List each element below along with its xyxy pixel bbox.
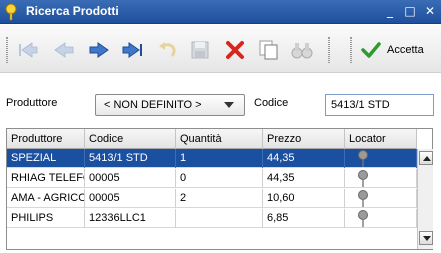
- column-header-produttore[interactable]: Produttore: [7, 129, 85, 149]
- undo-button[interactable]: [156, 38, 180, 62]
- cell-codice: 5413/1 STD: [85, 149, 176, 168]
- table-row[interactable]: AMA - AGRICOLA 00005 2 10,60: [7, 189, 417, 208]
- table-header: Produttore Codice Quantità Prezzo Locato…: [7, 129, 417, 149]
- chevron-down-icon: [224, 102, 234, 108]
- delete-x-icon: [226, 41, 244, 59]
- column-header-prezzo[interactable]: Prezzo: [263, 129, 345, 149]
- locator-pin-icon[interactable]: [357, 190, 369, 208]
- left-arrow-icon: [54, 42, 74, 58]
- locator-pin-icon[interactable]: [357, 210, 369, 228]
- vertical-scrollbar[interactable]: [417, 149, 433, 249]
- cell-codice: 00005: [85, 189, 176, 208]
- code-input[interactable]: 5413/1 STD: [325, 94, 434, 116]
- scroll-down-button[interactable]: [419, 231, 433, 245]
- toolbar-grip[interactable]: [6, 37, 8, 63]
- delete-button[interactable]: [223, 38, 247, 62]
- producer-dropdown-value: < NON DEFINITO >: [104, 99, 202, 111]
- cell-quantita: [176, 209, 263, 228]
- column-header-locator[interactable]: Locator: [345, 129, 417, 149]
- cell-codice: 12336LLC1: [85, 209, 176, 228]
- cell-prezzo: 44,35: [263, 169, 345, 188]
- cell-codice: 00005: [85, 169, 176, 188]
- window-title: Ricerca Prodotti: [26, 4, 119, 18]
- title-bar: Ricerca Prodotti _ □ ✕: [0, 0, 441, 24]
- cell-produttore: AMA - AGRICOLA: [7, 189, 85, 208]
- first-record-button[interactable]: [16, 38, 40, 62]
- locator-pin-icon[interactable]: [357, 170, 369, 188]
- last-record-button[interactable]: [121, 38, 145, 62]
- code-label: Codice: [254, 97, 289, 109]
- table-row[interactable]: RHIAG TELEFONO 00005 0 44,35: [7, 169, 417, 188]
- cell-quantita: 0: [176, 169, 263, 188]
- next-record-button[interactable]: [87, 38, 111, 62]
- pin-icon: [5, 3, 17, 21]
- undo-icon: [159, 42, 176, 57]
- maximize-button[interactable]: □: [402, 3, 418, 20]
- right-arrow-icon: [89, 42, 109, 58]
- table-row[interactable]: SPEZIAL 5413/1 STD 1 44,35: [7, 149, 417, 168]
- toolbar-separator: [328, 37, 330, 63]
- results-table: Produttore Codice Quantità Prezzo Locato…: [6, 128, 433, 250]
- cell-locator[interactable]: [345, 149, 417, 168]
- accetta-button[interactable]: Accetta: [361, 39, 424, 61]
- cell-quantita: 2: [176, 189, 263, 208]
- locator-pin-icon[interactable]: [357, 150, 369, 168]
- toolbar-grip-right[interactable]: [350, 37, 352, 63]
- scroll-up-button[interactable]: [419, 151, 433, 165]
- cell-produttore: RHIAG TELEFONO: [7, 169, 85, 188]
- minimize-button[interactable]: _: [382, 3, 398, 20]
- binoculars-icon: [291, 43, 313, 59]
- column-header-codice[interactable]: Codice: [85, 129, 176, 149]
- cell-locator[interactable]: [345, 209, 417, 228]
- column-header-quantita[interactable]: Quantità: [176, 129, 263, 149]
- last-arrow-icon: [122, 42, 142, 58]
- cell-produttore: SPEZIAL: [7, 149, 85, 168]
- table-row[interactable]: PHILIPS 12336LLC1 6,85: [7, 209, 417, 228]
- search-button[interactable]: [290, 38, 314, 62]
- close-button[interactable]: ✕: [422, 3, 438, 20]
- first-arrow-icon: [19, 42, 38, 58]
- accetta-label: Accetta: [387, 44, 424, 56]
- cell-prezzo: 6,85: [263, 209, 345, 228]
- previous-record-button[interactable]: [52, 38, 76, 62]
- copy-button[interactable]: [257, 38, 281, 62]
- toolbar: Accetta: [0, 25, 441, 73]
- cell-prezzo: 10,60: [263, 189, 345, 208]
- cell-quantita: 1: [176, 149, 263, 168]
- save-button[interactable]: [188, 38, 212, 62]
- cell-prezzo: 44,35: [263, 149, 345, 168]
- producer-dropdown[interactable]: < NON DEFINITO >: [95, 94, 245, 116]
- producer-label: Produttore: [6, 97, 58, 109]
- checkmark-icon: [361, 42, 381, 58]
- ricerca-prodotti-window: Ricerca Prodotti _ □ ✕ Accetta Produttor…: [0, 0, 441, 253]
- copy-icon: [259, 40, 278, 60]
- cell-locator[interactable]: [345, 169, 417, 188]
- cell-produttore: PHILIPS: [7, 209, 85, 228]
- save-icon: [191, 41, 209, 59]
- cell-locator[interactable]: [345, 189, 417, 208]
